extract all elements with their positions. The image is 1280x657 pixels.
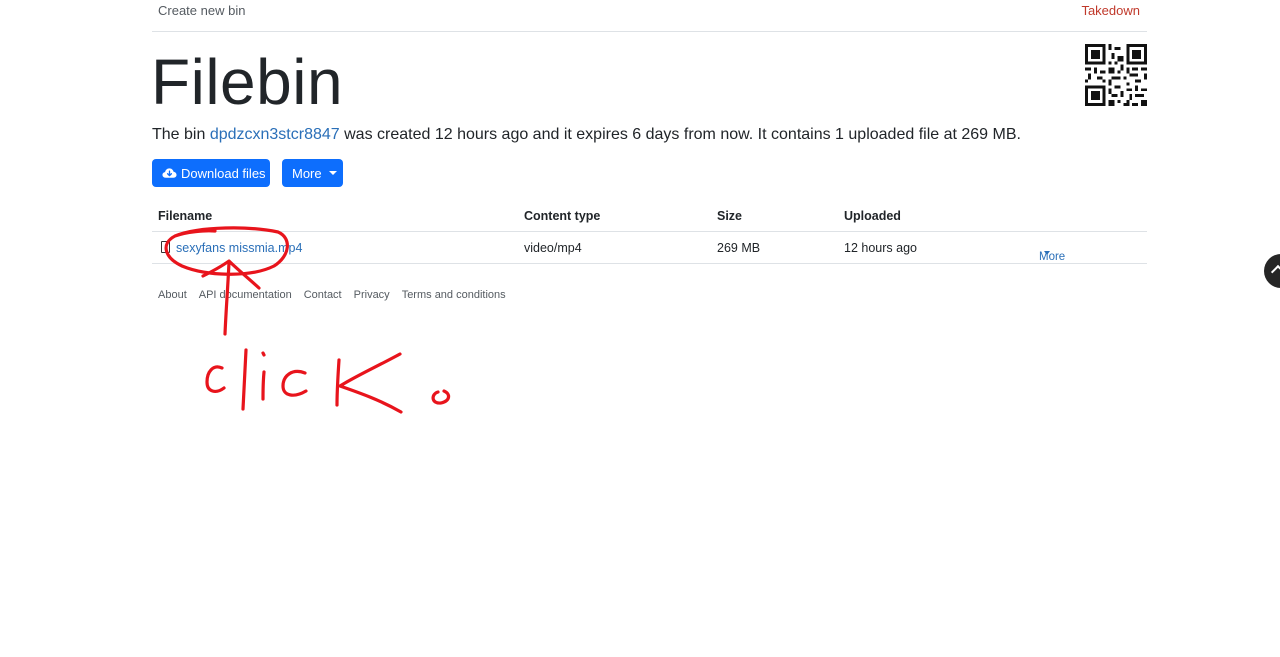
qr-code-icon <box>1085 44 1147 106</box>
annotation-letter-c <box>205 365 226 393</box>
file-link[interactable]: sexyfans missmia.mp4 <box>176 241 302 255</box>
chevron-up-icon <box>1270 264 1280 280</box>
table-row: sexyfans missmia.mp4 video/mp4 269 MB 12… <box>152 232 1147 264</box>
create-new-bin-link[interactable]: Create new bin <box>158 3 245 18</box>
footer-privacy-link[interactable]: Privacy <box>354 289 390 301</box>
footer-links: About API documentation Contact Privacy … <box>158 289 506 301</box>
row-more-label: More <box>1039 251 1066 263</box>
top-nav: Create new bin Takedown <box>152 0 1147 32</box>
footer-contact-link[interactable]: Contact <box>304 289 342 301</box>
annotation-letter-l <box>241 348 248 411</box>
header-size: Size <box>717 209 743 223</box>
caret-down-icon <box>328 171 337 175</box>
download-files-button[interactable]: Download files <box>152 159 270 187</box>
annotation-arrow-head <box>201 259 261 290</box>
file-icon <box>161 241 170 253</box>
takedown-link[interactable]: Takedown <box>1081 3 1140 18</box>
annotation-letter-k-arms <box>338 352 403 414</box>
annotation-letter-k-stem <box>335 358 341 407</box>
more-label: More <box>292 165 322 181</box>
scroll-to-top-button[interactable] <box>1264 254 1280 288</box>
files-table: Filename Content type Size Uploaded sexy… <box>152 200 1147 264</box>
more-dropdown-button[interactable]: More <box>282 159 343 187</box>
summary-prefix: The bin <box>152 126 210 143</box>
bin-id-link[interactable]: dpdzcxn3stcr8847 <box>210 126 340 143</box>
header-filename: Filename <box>158 209 213 223</box>
cell-size: 269 MB <box>717 241 761 255</box>
summary-suffix: was created 12 hours ago and it expires … <box>339 126 1021 143</box>
cell-uploaded: 12 hours ago <box>844 241 917 255</box>
annotation-letter-c2 <box>281 369 308 397</box>
page-title: Filebin <box>151 46 344 118</box>
annotation-letter-i <box>261 370 266 401</box>
header-uploaded: Uploaded <box>844 209 901 223</box>
table-header: Filename Content type Size Uploaded <box>152 200 1147 232</box>
annotation-dot <box>431 389 451 405</box>
footer-api-link[interactable]: API documentation <box>199 289 292 301</box>
cloud-download-icon <box>162 167 177 179</box>
footer-terms-link[interactable]: Terms and conditions <box>402 289 506 301</box>
header-content-type: Content type <box>524 209 601 223</box>
bin-summary: The bin dpdzcxn3stcr8847 was created 12 … <box>152 126 1021 144</box>
download-files-label: Download files <box>181 165 266 181</box>
annotation-letter-i-dot <box>261 351 266 357</box>
footer-about-link[interactable]: About <box>158 289 187 301</box>
caret-down-icon <box>1044 251 1050 255</box>
cell-content-type: video/mp4 <box>524 241 582 255</box>
